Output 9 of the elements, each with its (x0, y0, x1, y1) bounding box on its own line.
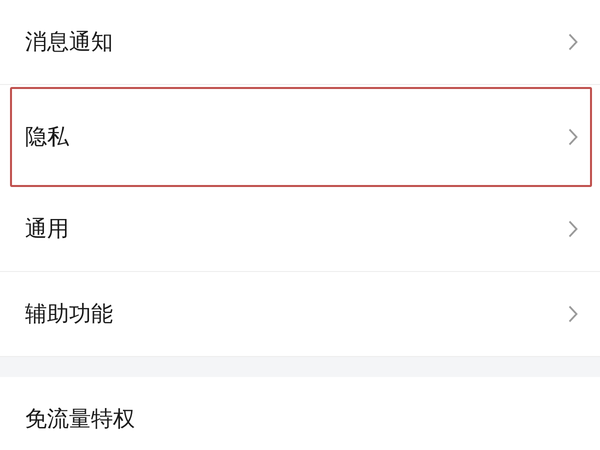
settings-item[interactable]: 隐私 (10, 87, 592, 187)
settings-item[interactable]: 免流量特权 (0, 377, 600, 450)
settings-item-label: 通用 (25, 216, 69, 244)
settings-item-label: 隐私 (25, 124, 69, 152)
settings-item-label: 免流量特权 (25, 406, 135, 434)
settings-item-label: 消息通知 (25, 29, 113, 57)
settings-item[interactable]: 通用 (0, 187, 600, 272)
settings-item[interactable]: 消息通知 (0, 0, 600, 85)
settings-item-label: 辅助功能 (25, 301, 113, 329)
